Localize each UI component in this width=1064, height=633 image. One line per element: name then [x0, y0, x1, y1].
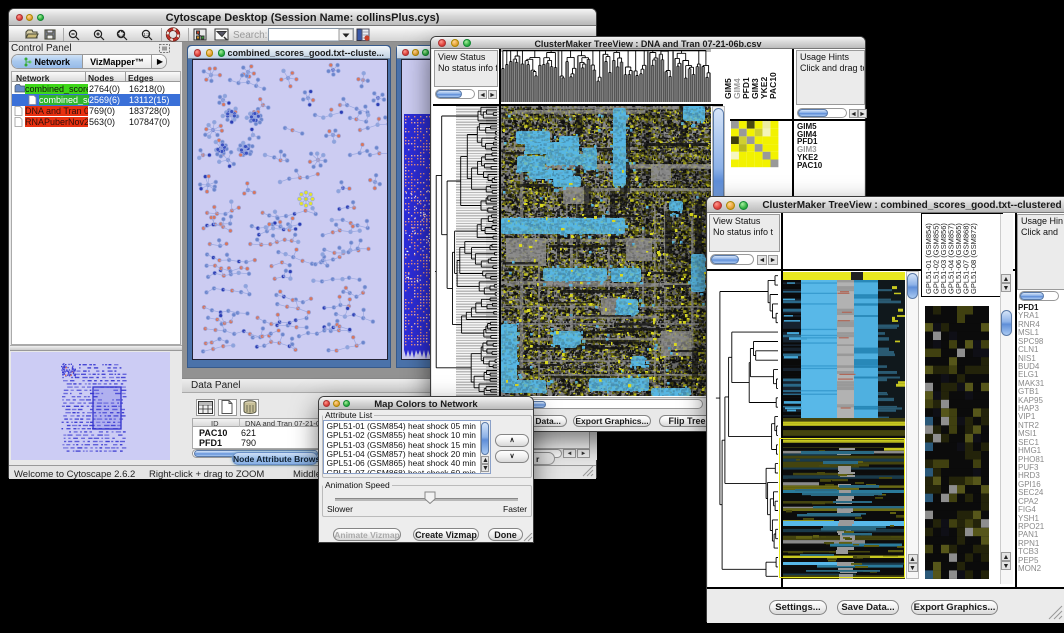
- svg-text:1:1: 1:1: [143, 32, 150, 37]
- svg-text:PAC10: PAC10: [768, 72, 778, 99]
- svg-text:Search:: Search:: [233, 30, 267, 41]
- svg-text:GPL51-08 (GSM872): GPL51-08 (GSM872): [969, 223, 978, 294]
